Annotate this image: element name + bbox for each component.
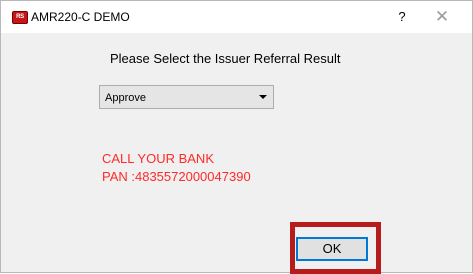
help-button[interactable]: ?	[394, 8, 410, 26]
referral-dialog: RS AMR220-C DEMO ? ✕ Please Select the I…	[0, 0, 473, 274]
message-call-bank: CALL YOUR BANK	[102, 151, 214, 166]
result-select[interactable]: Approve	[99, 85, 274, 109]
dropdown-arrow-icon	[259, 95, 267, 99]
ok-button[interactable]: OK	[296, 237, 368, 261]
window-title: AMR220-C DEMO	[31, 10, 130, 24]
title-bar: RS AMR220-C DEMO ? ✕	[1, 1, 472, 33]
close-icon[interactable]: ✕	[431, 7, 453, 27]
result-select-value: Approve	[105, 92, 146, 104]
app-icon: RS	[12, 11, 28, 24]
prompt-text: Please Select the Issuer Referral Result	[110, 51, 341, 66]
message-pan: PAN :4835572000047390	[102, 169, 251, 184]
